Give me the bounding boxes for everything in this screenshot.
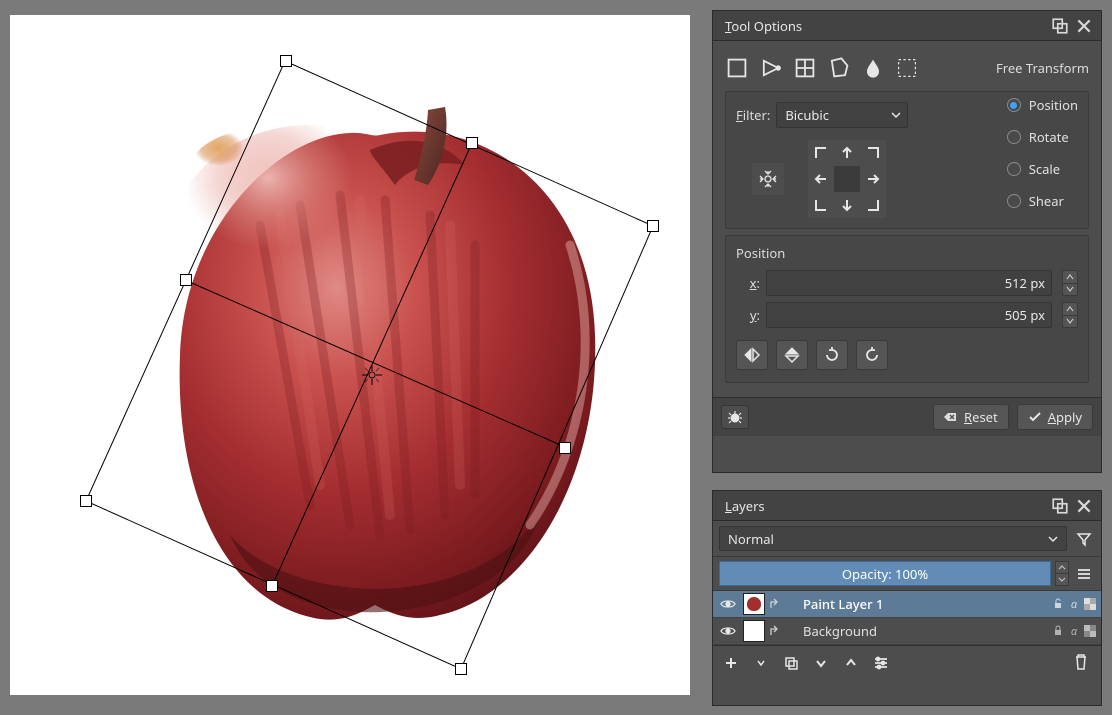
panel-header: Tool Options (713, 11, 1101, 41)
y-stepper[interactable] (1062, 302, 1078, 328)
checker-icon[interactable] (1083, 597, 1097, 611)
detach-icon[interactable] (1051, 497, 1069, 515)
lock-icon[interactable] (1051, 597, 1065, 611)
bug-icon[interactable] (721, 405, 749, 429)
canvas[interactable] (10, 15, 690, 695)
delete-layer-button[interactable] (1073, 653, 1093, 673)
add-layer-menu-icon[interactable] (751, 653, 771, 673)
anchor-s[interactable] (834, 192, 860, 218)
layer-mark-icon (769, 598, 781, 610)
flip-horizontal-button[interactable] (736, 340, 768, 370)
visibility-toggle-icon[interactable] (717, 593, 739, 615)
mode-cage-icon[interactable] (827, 56, 851, 80)
filter-label: Filter: (736, 106, 770, 124)
move-layer-up-button[interactable] (841, 653, 861, 673)
transform-handle[interactable] (80, 495, 92, 507)
layer-name: Paint Layer 1 (783, 595, 1051, 613)
rotate-cw-button[interactable] (856, 340, 888, 370)
mode-warp-icon[interactable] (793, 56, 817, 80)
alpha-icon[interactable]: α (1067, 624, 1081, 638)
transform-type-radios: Position Rotate Scale Shear (1007, 96, 1078, 218)
layer-name: Background (783, 622, 1051, 640)
layer-lock-icons[interactable]: α (1051, 624, 1101, 638)
anchor-n[interactable] (834, 140, 860, 166)
transform-handle[interactable] (647, 220, 659, 232)
layers-menu-icon[interactable] (1073, 563, 1095, 585)
transform-options-box: Filter: Bicubic (725, 91, 1089, 229)
mode-perspective-icon[interactable] (759, 56, 783, 80)
layers-panel: Layers Normal Opacity: 100% (712, 490, 1102, 706)
apply-button[interactable]: Apply (1017, 404, 1093, 430)
anchor-grid (808, 140, 886, 218)
layer-thumbnail (743, 593, 765, 615)
anchor-e[interactable] (860, 166, 886, 192)
panel-title: Layers (725, 497, 765, 515)
y-input[interactable]: 505 px (766, 302, 1052, 328)
position-box: Position x: 512 px y: 505 px (725, 235, 1089, 383)
move-layer-down-button[interactable] (811, 653, 831, 673)
detach-icon[interactable] (1051, 17, 1069, 35)
visibility-toggle-icon[interactable] (717, 620, 739, 642)
x-input[interactable]: 512 px (766, 270, 1052, 296)
layer-list: Paint Layer 1 α Background α (713, 591, 1101, 645)
transform-handle[interactable] (466, 137, 478, 149)
tool-options-panel: Tool Options (712, 10, 1102, 473)
layer-lock-icons[interactable]: α (1051, 597, 1101, 611)
mode-mesh-icon[interactable] (895, 56, 919, 80)
anchor-nw[interactable] (808, 140, 834, 166)
lock-icon[interactable] (1051, 624, 1065, 638)
layers-footer (713, 645, 1101, 679)
alpha-icon[interactable]: α (1067, 597, 1081, 611)
mode-free-transform-icon[interactable] (725, 56, 749, 80)
panel-header: Layers (713, 491, 1101, 521)
anchor-center[interactable] (834, 166, 860, 192)
close-icon[interactable] (1075, 497, 1093, 515)
close-icon[interactable] (1075, 17, 1093, 35)
anchor-sw[interactable] (808, 192, 834, 218)
transform-handle[interactable] (280, 55, 292, 67)
layer-properties-button[interactable] (871, 653, 891, 673)
rotate-ccw-button[interactable] (816, 340, 848, 370)
x-stepper[interactable] (1062, 270, 1078, 296)
radio-rotate[interactable]: Rotate (1007, 128, 1078, 146)
transform-handle[interactable] (180, 274, 192, 286)
layer-thumbnail (743, 620, 765, 642)
checker-icon[interactable] (1083, 624, 1097, 638)
radio-shear[interactable]: Shear (1007, 192, 1078, 210)
filter-layers-icon[interactable] (1073, 528, 1095, 550)
blend-mode-select[interactable]: Normal (719, 526, 1067, 551)
transform-handle[interactable] (559, 442, 571, 454)
flip-vertical-button[interactable] (776, 340, 808, 370)
radio-scale[interactable]: Scale (1007, 160, 1078, 178)
duplicate-layer-button[interactable] (781, 653, 801, 673)
transform-handle[interactable] (266, 580, 278, 592)
anchor-se[interactable] (860, 192, 886, 218)
radio-position[interactable]: Position (1007, 96, 1078, 114)
layer-row[interactable]: Paint Layer 1 α (713, 591, 1101, 618)
y-label: y: (736, 306, 760, 324)
anchor-ne[interactable] (860, 140, 886, 166)
opacity-slider[interactable]: Opacity: 100% (719, 561, 1051, 586)
anchor-w[interactable] (808, 166, 834, 192)
x-label: x: (736, 274, 760, 292)
transform-bbox[interactable] (10, 15, 690, 695)
transform-handle[interactable] (455, 663, 467, 675)
panel-title: Tool Options (725, 17, 802, 35)
filter-select[interactable]: Bicubic (776, 102, 908, 128)
add-layer-button[interactable] (721, 653, 741, 673)
transform-mode-label: Free Transform (996, 59, 1089, 77)
opacity-stepper[interactable] (1055, 561, 1069, 586)
mode-liquify-icon[interactable] (861, 56, 885, 80)
layer-mark-icon (769, 625, 781, 637)
reset-button[interactable]: Reset (933, 404, 1009, 430)
anchor-center-button[interactable] (752, 163, 784, 195)
layer-row[interactable]: Background α (713, 618, 1101, 645)
position-section-label: Position (736, 244, 1078, 262)
transform-mode-toolbar (725, 56, 919, 80)
tool-options-footer: Reset Apply (713, 397, 1101, 436)
